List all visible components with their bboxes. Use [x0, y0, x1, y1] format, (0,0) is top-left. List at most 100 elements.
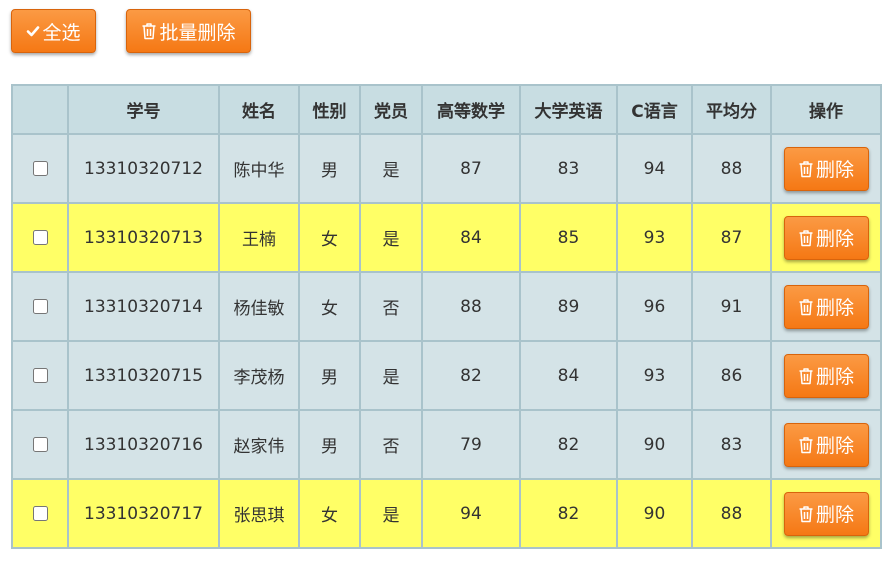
cell-action: 删除 [770, 409, 882, 480]
cell-gender: 男 [298, 409, 361, 480]
delete-label: 删除 [815, 159, 854, 181]
delete-button[interactable]: 删除 [783, 146, 869, 191]
cell-c-language: 93 [616, 340, 693, 411]
cell-english: 82 [519, 409, 618, 480]
batch-delete-button[interactable]: 批量删除 [126, 9, 251, 53]
toolbar: 全选 批量删除 [0, 0, 888, 60]
table-row: 13310320713 王楠女是 84 85 93 87 删除 [11, 202, 882, 273]
delete-button[interactable]: 删除 [783, 491, 869, 536]
header-party-member: 党员 [359, 84, 423, 135]
cell-party-member: 是 [359, 340, 423, 411]
trash-icon [798, 367, 814, 385]
header-name: 姓名 [218, 84, 300, 135]
cell-c-language: 90 [616, 409, 693, 480]
row-checkbox-cell [11, 133, 69, 204]
cell-student-id: 13310320712 [67, 133, 220, 204]
cell-gender: 男 [298, 340, 361, 411]
delete-button[interactable]: 删除 [783, 284, 869, 329]
cell-gender: 女 [298, 271, 361, 342]
header-gender: 性别 [298, 84, 361, 135]
cell-c-language: 94 [616, 133, 693, 204]
header-english: 大学英语 [519, 84, 618, 135]
trash-icon [798, 298, 814, 316]
row-checkbox[interactable] [32, 299, 48, 314]
student-table: 学号 姓名 性别 党员 高等数学 大学英语 C语言 平均分 操作 1331032… [11, 84, 882, 549]
cell-average: 91 [691, 271, 772, 342]
cell-english: 82 [519, 478, 618, 549]
cell-english: 84 [519, 340, 618, 411]
delete-label: 删除 [815, 504, 854, 526]
cell-c-language: 96 [616, 271, 693, 342]
delete-label: 删除 [815, 228, 854, 250]
cell-math: 79 [421, 409, 521, 480]
row-checkbox[interactable] [32, 230, 48, 245]
header-average: 平均分 [691, 84, 772, 135]
cell-name: 杨佳敏 [218, 271, 300, 342]
cell-action: 删除 [770, 271, 882, 342]
cell-student-id: 13310320715 [67, 340, 220, 411]
delete-button[interactable]: 删除 [783, 215, 869, 260]
row-checkbox-cell [11, 340, 69, 411]
table-row: 13310320716 赵家伟男否 79 82 90 83 删除 [11, 409, 882, 480]
table-body: 13310320712 陈中华男是 87 83 94 88 删除 13310320713 王楠女… [11, 133, 882, 549]
cell-math: 94 [421, 478, 521, 549]
cell-math: 82 [421, 340, 521, 411]
delete-button[interactable]: 删除 [783, 353, 869, 398]
cell-action: 删除 [770, 133, 882, 204]
trash-icon [141, 22, 157, 40]
row-checkbox[interactable] [32, 161, 48, 176]
cell-name: 张思琪 [218, 478, 300, 549]
header-math: 高等数学 [421, 84, 521, 135]
cell-average: 88 [691, 478, 772, 549]
cell-student-id: 13310320714 [67, 271, 220, 342]
check-icon [26, 24, 40, 38]
cell-math: 88 [421, 271, 521, 342]
cell-average: 88 [691, 133, 772, 204]
cell-student-id: 13310320716 [67, 409, 220, 480]
table-row: 13310320712 陈中华男是 87 83 94 88 删除 [11, 133, 882, 204]
table-row: 13310320717 张思琪女是 94 82 90 88 删除 [11, 478, 882, 549]
row-checkbox-cell [11, 271, 69, 342]
header-action: 操作 [770, 84, 882, 135]
trash-icon [798, 229, 814, 247]
cell-average: 87 [691, 202, 772, 273]
trash-icon [798, 505, 814, 523]
row-checkbox[interactable] [32, 437, 48, 452]
row-checkbox[interactable] [32, 506, 48, 521]
row-checkbox-cell [11, 202, 69, 273]
header-checkbox-cell [11, 84, 69, 135]
cell-action: 删除 [770, 340, 882, 411]
cell-student-id: 13310320713 [67, 202, 220, 273]
select-all-button[interactable]: 全选 [11, 9, 96, 53]
cell-math: 84 [421, 202, 521, 273]
delete-label: 删除 [815, 435, 854, 457]
row-checkbox-cell [11, 478, 69, 549]
table-row: 13310320715 李茂杨男是 82 84 93 86 删除 [11, 340, 882, 411]
cell-average: 83 [691, 409, 772, 480]
cell-name: 李茂杨 [218, 340, 300, 411]
cell-party-member: 是 [359, 478, 423, 549]
cell-gender: 女 [298, 202, 361, 273]
select-all-label: 全选 [42, 21, 81, 44]
delete-label: 删除 [815, 366, 854, 388]
table-row: 13310320714 杨佳敏女否 88 89 96 91 删除 [11, 271, 882, 342]
cell-party-member: 是 [359, 133, 423, 204]
cell-action: 删除 [770, 478, 882, 549]
row-checkbox[interactable] [32, 368, 48, 383]
batch-delete-label: 批量删除 [159, 21, 236, 44]
table-header-row: 学号 姓名 性别 党员 高等数学 大学英语 C语言 平均分 操作 [11, 84, 882, 135]
cell-student-id: 13310320717 [67, 478, 220, 549]
row-checkbox-cell [11, 409, 69, 480]
cell-c-language: 93 [616, 202, 693, 273]
cell-party-member: 否 [359, 409, 423, 480]
cell-english: 83 [519, 133, 618, 204]
cell-gender: 男 [298, 133, 361, 204]
cell-english: 85 [519, 202, 618, 273]
trash-icon [798, 436, 814, 454]
delete-button[interactable]: 删除 [783, 422, 869, 467]
cell-average: 86 [691, 340, 772, 411]
cell-party-member: 否 [359, 271, 423, 342]
cell-gender: 女 [298, 478, 361, 549]
cell-party-member: 是 [359, 202, 423, 273]
header-c-language: C语言 [616, 84, 693, 135]
